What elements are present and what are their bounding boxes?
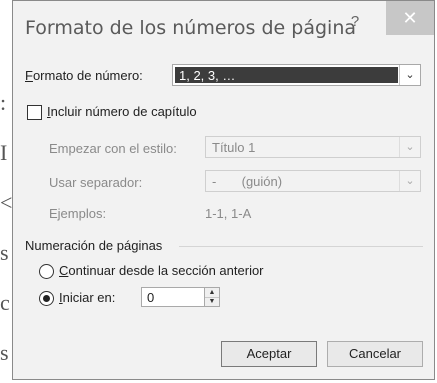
radio-selected-dot <box>43 295 50 302</box>
start-style-value: Título 1 <box>212 140 256 155</box>
number-format-label-access: F <box>25 68 33 83</box>
section-divider <box>179 246 423 247</box>
close-button[interactable]: ✕ <box>386 1 434 35</box>
start-at-spinner[interactable]: ▲ ▼ <box>204 287 220 307</box>
number-format-label-text: ormato de número: <box>32 68 143 83</box>
page-number-format-dialog: Formato de los números de página ? ✕ For… <box>12 0 435 380</box>
dialog-title: Formato de los números de página <box>25 17 357 39</box>
continue-label[interactable]: Continuar desde la sección anterior <box>59 263 264 278</box>
separator-label: Usar separador: <box>49 175 143 190</box>
help-button[interactable]: ? <box>344 11 366 33</box>
separator-value: - (guión) <box>212 174 283 189</box>
examples-label: Ejemplos: <box>49 206 107 221</box>
title-bar: Formato de los números de página ? ✕ <box>13 1 434 47</box>
start-at-value: 0 <box>147 290 155 305</box>
ok-button[interactable]: Aceptar <box>221 341 317 367</box>
number-format-label: Formato de número: <box>25 68 143 83</box>
continue-label-text: ontinuar desde la sección anterior <box>68 263 264 278</box>
background-text: : <box>0 90 7 115</box>
number-format-value: 1, 2, 3, … <box>179 68 236 83</box>
start-at-label[interactable]: Iniciar en: <box>59 290 115 305</box>
start-at-label-text: niciar en: <box>62 290 116 305</box>
spin-down-icon[interactable]: ▼ <box>205 297 219 306</box>
start-at-input[interactable]: 0 <box>141 287 205 307</box>
page-numbering-heading: Numeración de páginas <box>25 238 163 253</box>
number-format-select[interactable]: 1, 2, 3, … ⌄ <box>172 64 421 86</box>
include-chapter-checkbox[interactable] <box>27 105 42 120</box>
background-text: s <box>0 240 9 265</box>
background-text: s <box>0 340 9 365</box>
start-style-label: Empezar con el estilo: <box>49 141 177 156</box>
separator-select[interactable]: - (guión) ⌄ <box>205 170 421 192</box>
continue-radio[interactable] <box>39 264 54 279</box>
background-text: c <box>0 290 10 315</box>
background-text: < <box>0 190 13 215</box>
chevron-down-icon[interactable]: ⌄ <box>399 65 420 85</box>
chevron-down-icon[interactable]: ⌄ <box>399 171 420 191</box>
include-chapter-label-text: ncluir número de capítulo <box>50 104 197 119</box>
chevron-down-icon[interactable]: ⌄ <box>399 137 420 157</box>
include-chapter-label[interactable]: Incluir número de capítulo <box>47 104 197 119</box>
start-at-radio[interactable] <box>39 291 54 306</box>
background-text: I <box>0 140 8 165</box>
cancel-button[interactable]: Cancelar <box>327 341 423 367</box>
examples-value: 1-1, 1-A <box>205 206 252 221</box>
start-style-select[interactable]: Título 1 ⌄ <box>205 136 421 158</box>
continue-label-access: C <box>59 263 69 278</box>
